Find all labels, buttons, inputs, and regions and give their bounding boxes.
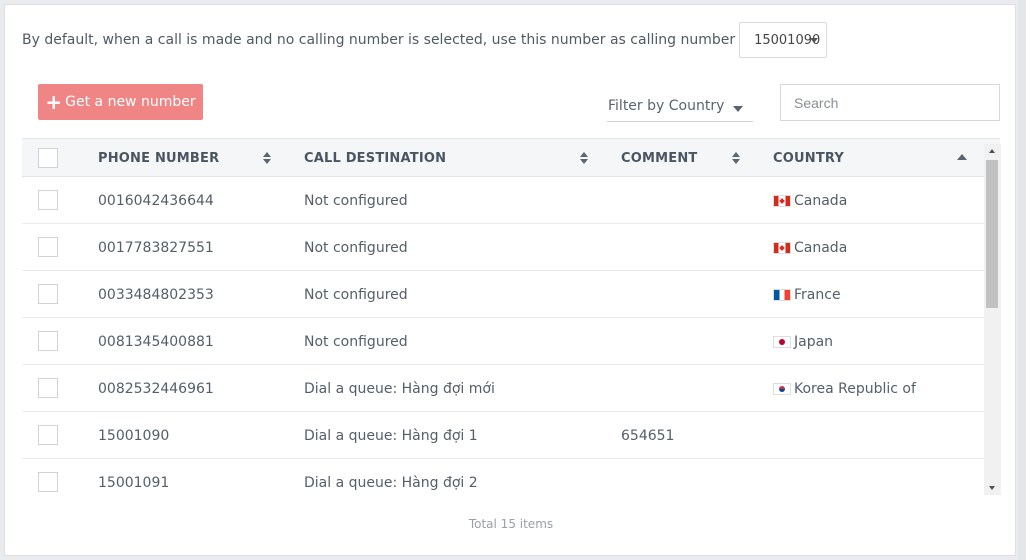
japan-flag-icon xyxy=(773,335,791,348)
korea-flag-icon xyxy=(773,382,791,395)
phone-number-cell: 15001090 xyxy=(98,427,170,444)
column-header-comment[interactable]: COMMENT xyxy=(621,139,698,178)
column-header-comment-label: COMMENT xyxy=(621,151,698,166)
country-name: France xyxy=(794,286,841,303)
call-destination-cell: Not configured xyxy=(304,192,408,209)
sort-icon[interactable] xyxy=(580,152,588,164)
row-checkbox[interactable] xyxy=(38,331,58,351)
get-new-number-button[interactable]: + Get a new number xyxy=(38,84,203,120)
call-destination-cell: Not configured xyxy=(304,286,408,303)
country-cell: Canada xyxy=(773,177,847,224)
country-name: Canada xyxy=(794,192,848,209)
get-new-number-label: Get a new number xyxy=(65,94,196,110)
table-header: PHONE NUMBER CALL DESTINATION COMMENT CO… xyxy=(22,138,1000,177)
canada-flag-icon xyxy=(773,241,791,254)
default-number-select[interactable]: 15001090 xyxy=(739,22,828,58)
phone-number-cell: 0016042436644 xyxy=(98,192,214,209)
column-header-phone[interactable]: PHONE NUMBER xyxy=(98,139,219,178)
phone-numbers-table: PHONE NUMBER CALL DESTINATION COMMENT CO… xyxy=(22,138,1000,494)
call-destination-cell: Not configured xyxy=(304,239,408,256)
call-destination-cell: Dial a queue: Hàng đợi 2 xyxy=(304,474,478,491)
country-cell: France xyxy=(773,271,841,318)
phone-number-cell: 0033484802353 xyxy=(98,286,214,303)
country-cell: Japan xyxy=(773,318,833,365)
phone-number-cell: 15001091 xyxy=(98,474,170,491)
sort-icon[interactable] xyxy=(263,152,271,164)
row-checkbox[interactable] xyxy=(38,237,58,257)
row-checkbox[interactable] xyxy=(38,472,58,492)
sort-icon[interactable] xyxy=(732,152,740,164)
country-name: Canada xyxy=(794,239,848,256)
table-row[interactable]: 15001090 Dial a queue: Hàng đợi 1 654651 xyxy=(22,412,984,459)
phone-number-cell: 0081345400881 xyxy=(98,333,214,350)
scrollbar-thumb[interactable] xyxy=(986,160,998,308)
country-name: Korea Republic of xyxy=(794,380,916,397)
chevron-down-icon xyxy=(733,106,743,112)
table-scrollbar[interactable] xyxy=(984,144,1001,495)
filter-by-country-label: Filter by Country xyxy=(608,98,725,114)
column-header-country[interactable]: COUNTRY xyxy=(773,139,844,178)
plus-icon: + xyxy=(45,90,63,114)
column-header-destination-label: CALL DESTINATION xyxy=(304,151,447,166)
canada-flag-icon xyxy=(773,194,791,207)
row-checkbox[interactable] xyxy=(38,378,58,398)
table-row[interactable]: 15001091 Dial a queue: Hàng đợi 2 xyxy=(22,459,984,494)
select-all-checkbox[interactable] xyxy=(38,148,58,168)
default-number-row: By default, when a call is made and no c… xyxy=(22,21,828,59)
filter-by-country-dropdown[interactable]: Filter by Country xyxy=(607,98,753,122)
total-items-text: Total 15 items xyxy=(468,517,554,531)
default-number-text: By default, when a call is made and no c… xyxy=(22,32,736,48)
chevron-down-icon xyxy=(810,38,819,43)
table-row[interactable]: 0033484802353 Not configured France xyxy=(22,271,984,318)
row-checkbox[interactable] xyxy=(38,190,58,210)
phone-number-cell: 0082532446961 xyxy=(98,380,214,397)
table-row[interactable]: 0081345400881 Not configured Japan xyxy=(22,318,984,365)
call-destination-cell: Dial a queue: Hàng đợi 1 xyxy=(304,427,478,444)
call-destination-cell: Dial a queue: Hàng đợi mới xyxy=(304,380,495,397)
table-row[interactable]: 0017783827551 Not configured Canada xyxy=(22,224,984,271)
row-checkbox[interactable] xyxy=(38,284,58,304)
comment-cell: 654651 xyxy=(621,427,675,444)
sort-ascending-icon[interactable] xyxy=(957,154,967,160)
country-cell: Korea Republic of xyxy=(773,365,916,412)
column-header-country-label: COUNTRY xyxy=(773,151,845,166)
phone-number-cell: 0017783827551 xyxy=(98,239,214,256)
column-header-phone-label: PHONE NUMBER xyxy=(98,151,220,166)
france-flag-icon xyxy=(773,288,791,301)
table-row[interactable]: 0016042436644 Not configured Canada xyxy=(22,177,984,224)
country-name: Japan xyxy=(794,333,834,350)
country-cell: Canada xyxy=(773,224,847,271)
column-header-destination[interactable]: CALL DESTINATION xyxy=(304,139,446,178)
row-checkbox[interactable] xyxy=(38,425,58,445)
scroll-up-icon[interactable] xyxy=(989,149,995,153)
page-scrollbar[interactable] xyxy=(1018,0,1026,560)
table-row[interactable]: 0082532446961 Dial a queue: Hàng đợi mới… xyxy=(22,365,984,412)
phone-numbers-panel: By default, when a call is made and no c… xyxy=(4,4,1016,556)
scroll-down-icon[interactable] xyxy=(989,486,995,490)
search-input[interactable] xyxy=(780,84,1000,121)
table-body: 0016042436644 Not configured Canada 0017… xyxy=(22,177,984,494)
call-destination-cell: Not configured xyxy=(304,333,408,350)
